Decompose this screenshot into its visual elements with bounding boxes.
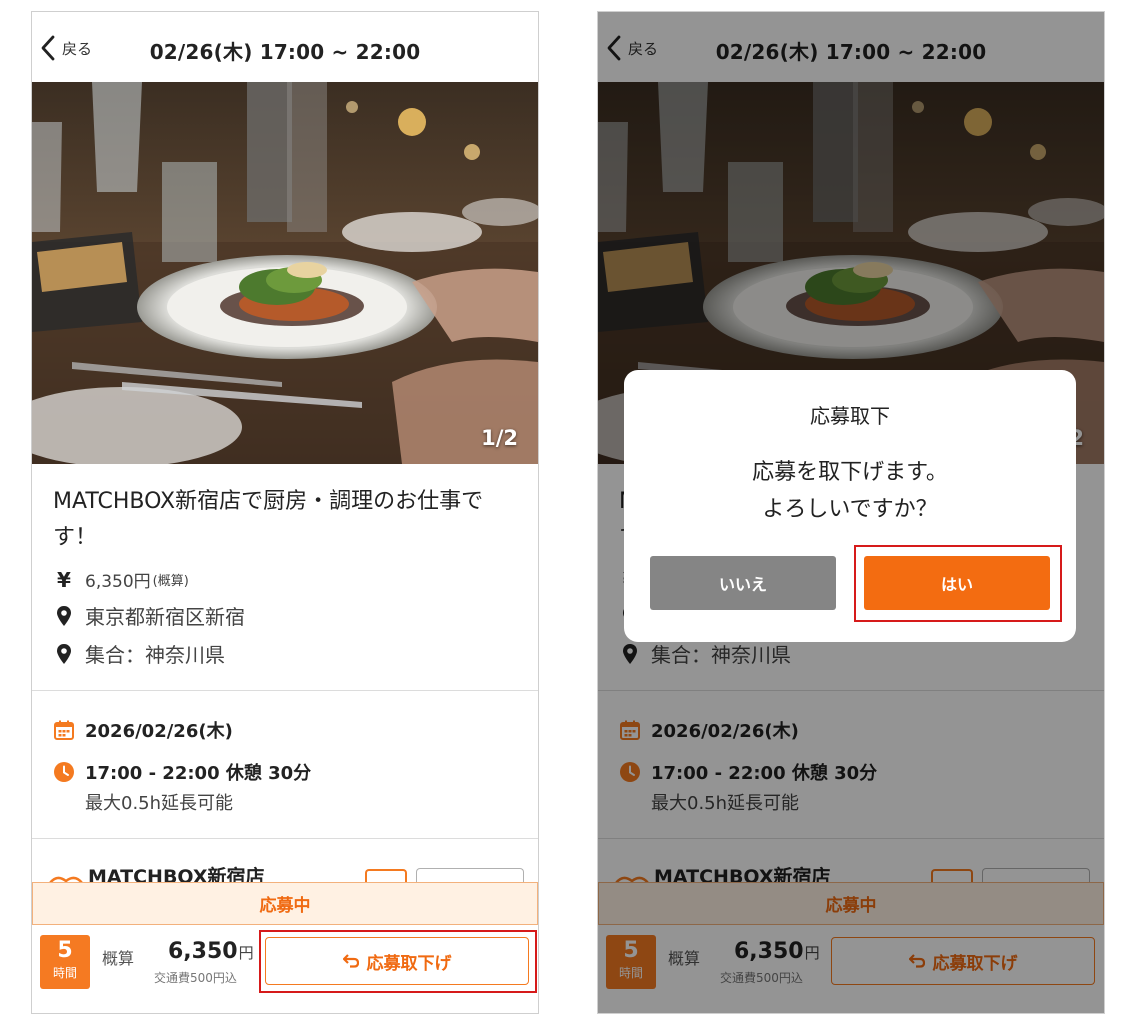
location-pin-icon: [57, 643, 71, 664]
date-row: 2026/02/26(木): [53, 717, 233, 743]
meeting-place-row: 集合：神奈川県: [53, 639, 225, 668]
job-detail-screen-with-dialog: 戻る 02/26(木) 17:00 ~ 22:00 集合：神奈川県 2026/0…: [597, 11, 1105, 1014]
application-status-bar: 応募中: [32, 882, 538, 925]
address-row: 東京都新宿区新宿: [53, 601, 245, 630]
hours-unit: 時間: [52, 966, 77, 980]
dialog-title: 応募取下: [810, 404, 890, 428]
withdraw-label: 応募取下げ: [366, 953, 452, 974]
price: 6,350円: [168, 939, 254, 964]
meeting-place-text: 集合：神奈川県: [85, 643, 225, 667]
no-button[interactable]: いいえ: [650, 556, 836, 610]
photo-counter: 1/2: [481, 426, 518, 450]
bottom-bar: 5 時間 概算 6,350円 交通費500円込 応募取下げ: [32, 925, 538, 1013]
address-text: 東京都新宿区新宿: [85, 605, 245, 629]
job-photo[interactable]: 1/2: [32, 82, 538, 464]
approx-label: 概算: [102, 949, 135, 968]
time-row: 17:00 - 22:00 休憩 30分: [53, 759, 311, 785]
divider: [32, 838, 538, 839]
wage-row: ¥ 6,350円 (概算): [53, 567, 189, 593]
transport-note: 交通費500円込: [154, 971, 237, 985]
location-pin-icon: [57, 605, 71, 626]
header: 戻る 02/26(木) 17:00 ~ 22:00: [32, 12, 538, 82]
date-text: 2026/02/26(木): [85, 721, 233, 742]
dialog-message-line2: よろしいですか？: [762, 497, 938, 522]
restaurant-photo: [32, 82, 538, 464]
page-title: 02/26(木) 17:00 ~ 22:00: [149, 40, 421, 64]
job-detail-screen: 戻る 02/26(木) 17:00 ~ 22:00 1/2 MATCHBOX新宿…: [31, 11, 539, 1014]
clock-icon: [54, 762, 74, 782]
dialog-message-line1: 応募を取下げます。: [752, 460, 948, 485]
yes-button[interactable]: はい: [864, 556, 1050, 610]
extension-text: 最大0.5h延長可能: [85, 793, 234, 814]
hours-value: 5: [57, 938, 73, 963]
divider: [32, 690, 538, 691]
yen-icon: ¥: [57, 567, 71, 592]
price-value: 6,350: [168, 939, 238, 964]
return-arrow-icon: [342, 954, 359, 968]
confirm-withdraw-dialog: 応募取下 応募を取下げます。 よろしいですか？ いいえ はい: [624, 370, 1076, 642]
withdraw-button[interactable]: 応募取下げ: [265, 937, 529, 985]
calendar-icon: [54, 720, 74, 740]
hours-badge: 5 時間: [40, 935, 90, 989]
dialog-message: 応募を取下げます。 よろしいですか？: [624, 454, 1076, 528]
price-unit: 円: [238, 944, 254, 962]
time-text: 17:00 - 22:00 休憩 30分: [85, 763, 312, 784]
job-title: MATCHBOX新宿店で厨房・調理のお仕事です！: [53, 489, 484, 550]
wage-note: (概算): [152, 574, 189, 589]
wage-value: 6,350円: [85, 572, 151, 592]
